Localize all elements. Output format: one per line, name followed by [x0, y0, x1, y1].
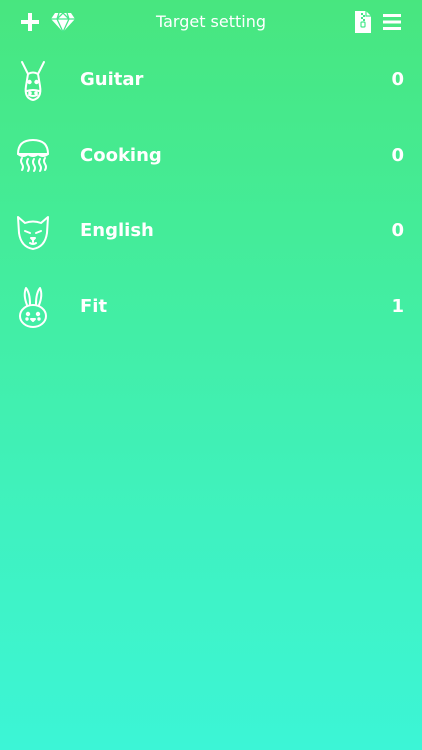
target-label: Fit — [80, 295, 108, 317]
target-count: 1 — [391, 295, 404, 317]
target-list: Guitar 0 Cooking 0 English 0 Fit 1 — [0, 44, 422, 346]
list-item[interactable]: Cooking 0 — [0, 120, 422, 196]
target-label: English — [80, 220, 154, 241]
list-item[interactable]: Guitar 0 — [0, 44, 422, 120]
target-label: Cooking — [80, 144, 162, 166]
list-item[interactable]: Fit 1 — [0, 271, 422, 347]
menu-button[interactable] — [378, 8, 406, 36]
archive-button[interactable] — [349, 8, 377, 36]
rabbit-icon — [14, 285, 52, 331]
cat-icon — [14, 209, 52, 255]
jellyfish-icon — [14, 134, 52, 180]
header-bar: Target setting — [0, 0, 422, 44]
zip-file-icon — [354, 10, 372, 34]
target-label: Guitar — [80, 69, 144, 90]
list-item[interactable]: English 0 — [0, 195, 422, 271]
target-count: 0 — [391, 220, 404, 241]
menu-icon — [381, 12, 403, 32]
target-count: 0 — [391, 144, 404, 166]
target-count: 0 — [391, 69, 404, 90]
donkey-icon — [14, 58, 52, 104]
